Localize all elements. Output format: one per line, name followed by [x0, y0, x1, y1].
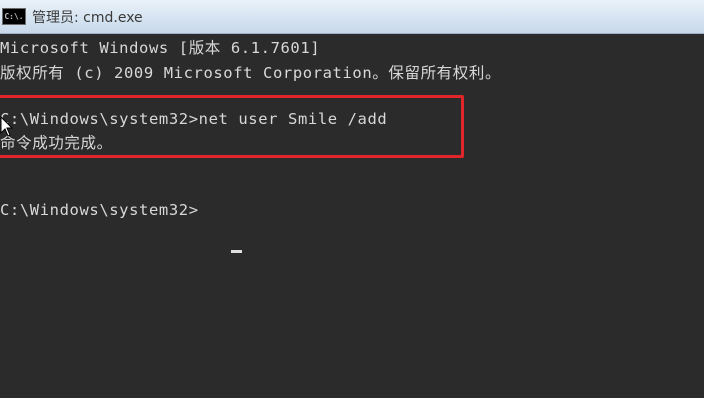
- cmd-icon: C:\.: [2, 8, 26, 25]
- mouse-pointer-icon: [0, 116, 14, 137]
- window-title: 管理员: cmd.exe: [32, 9, 143, 26]
- console-line-version: Microsoft Windows [版本 6.1.7601]: [0, 39, 321, 57]
- console-prompt[interactable]: C:\Windows\system32>: [0, 200, 199, 220]
- console-line-copyright: 版权所有 (c) 2009 Microsoft Corporation。保留所有…: [0, 64, 502, 82]
- cmd-window: C:\. 管理员: cmd.exe Microsoft Windows [版本 …: [0, 0, 704, 398]
- console-output[interactable]: Microsoft Windows [版本 6.1.7601] 版权所有 (c)…: [0, 34, 704, 398]
- title-bar[interactable]: C:\. 管理员: cmd.exe: [0, 0, 704, 34]
- text-cursor: [231, 250, 242, 253]
- highlight-box: [0, 95, 464, 158]
